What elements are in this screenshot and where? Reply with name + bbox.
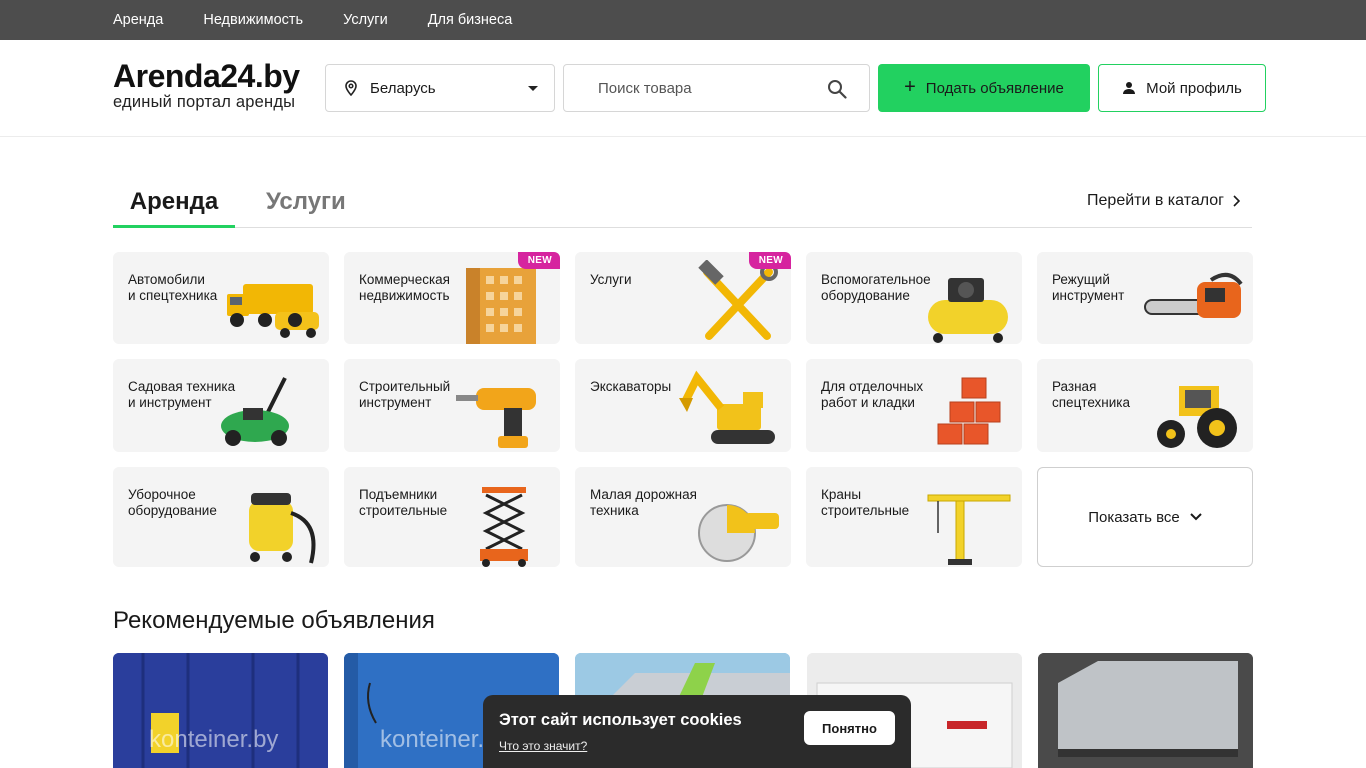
category-card-cleaning[interactable]: Уборочное оборудование — [113, 467, 329, 567]
category-card-finishing[interactable]: Для отделочных работ и кладки — [806, 359, 1022, 452]
new-badge: NEW — [517, 252, 560, 269]
top-nav-item-rent[interactable]: Аренда — [113, 12, 163, 28]
compressor-icon — [928, 278, 1008, 343]
watermark: konteiner.by — [149, 726, 278, 753]
cookie-banner: Этот сайт использует cookies Что это зна… — [483, 695, 911, 768]
tab-rent[interactable]: Аренда — [113, 188, 235, 228]
region-value: Беларусь — [370, 79, 436, 97]
tools-icon — [698, 260, 778, 340]
excavator-icon — [679, 370, 775, 444]
listing-image: konteiner.by — [113, 653, 328, 768]
dump-truck-icon — [227, 284, 319, 338]
lawn-mower-icon — [221, 377, 289, 446]
add-listing-button[interactable]: + Подать объявление — [878, 64, 1090, 112]
scissor-lift-icon — [480, 487, 528, 567]
region-select[interactable]: Беларусь — [325, 64, 555, 112]
top-nav: Аренда Недвижимость Услуги Для бизнеса — [0, 0, 1366, 40]
profile-button[interactable]: Мой профиль — [1098, 64, 1266, 112]
show-all-button[interactable]: Показать все — [1037, 467, 1253, 567]
profile-label: Мой профиль — [1146, 79, 1242, 97]
category-card-road-equipment[interactable]: Малая дорожная техника — [575, 467, 791, 567]
logo[interactable]: Arenda24.by единый портал аренды — [113, 58, 300, 110]
category-card-commercial-realty[interactable]: Коммерческая недвижимость NEW — [344, 252, 560, 344]
listing-image — [1038, 653, 1253, 768]
chevron-right-icon — [1233, 195, 1240, 207]
building-icon — [466, 268, 536, 344]
category-card-special-machinery[interactable]: Разная спецтехника — [1037, 359, 1253, 452]
new-badge: NEW — [748, 252, 791, 269]
category-card-construction-tools[interactable]: Строительный инструмент — [344, 359, 560, 452]
chainsaw-icon — [1144, 272, 1243, 318]
tab-services[interactable]: Услуги — [266, 188, 346, 228]
logo-title: Arenda24.by — [113, 58, 300, 94]
top-nav-item-services[interactable]: Услуги — [343, 12, 388, 28]
listing-card[interactable] — [1038, 653, 1253, 768]
search-icon[interactable] — [827, 79, 847, 99]
search-input[interactable] — [564, 65, 804, 111]
top-nav-item-realty[interactable]: Недвижимость — [203, 12, 303, 28]
category-card-services[interactable]: Услуги NEW — [575, 252, 791, 344]
category-tabs: Аренда Услуги Перейти в каталог — [113, 178, 1252, 228]
bricks-icon — [937, 377, 1001, 445]
vacuum-icon — [249, 493, 316, 564]
crane-icon — [927, 494, 1011, 565]
plus-icon: + — [904, 76, 916, 98]
top-nav-item-business[interactable]: Для бизнеса — [428, 12, 513, 28]
category-card-vehicles[interactable]: Автомобили и спецтехника — [113, 252, 329, 344]
show-all-label: Показать все — [1088, 508, 1180, 526]
user-icon — [1123, 82, 1136, 94]
category-card-lifts[interactable]: Подъемники строительные — [344, 467, 560, 567]
category-card-excavators[interactable]: Экскаваторы — [575, 359, 791, 452]
drill-icon — [456, 388, 536, 448]
cookie-title: Этот сайт использует cookies — [499, 711, 742, 729]
category-card-auxiliary-equipment[interactable]: Вспомогательное оборудование — [806, 252, 1022, 344]
recommended-title: Рекомендуемые объявления — [113, 607, 435, 634]
chevron-down-icon — [1190, 513, 1202, 521]
catalog-link-label: Перейти в каталог — [1087, 192, 1224, 209]
search-box — [563, 64, 870, 112]
cookie-info-link[interactable]: Что это значит? — [499, 739, 587, 753]
cookie-accept-button[interactable]: Понятно — [804, 711, 895, 745]
header: Arenda24.by единый портал аренды Беларус… — [0, 40, 1366, 137]
location-pin-icon — [345, 80, 357, 96]
logo-subtitle: единый портал аренды — [113, 93, 296, 111]
catalog-link[interactable]: Перейти в каталог — [1087, 192, 1240, 210]
cutter-icon — [698, 504, 779, 562]
category-card-cutting-tools[interactable]: Режущий инструмент — [1037, 252, 1253, 344]
tractor-icon — [1157, 386, 1237, 448]
chevron-down-icon — [528, 86, 538, 91]
category-card-garden[interactable]: Садовая техника и инструмент — [113, 359, 329, 452]
add-listing-label: Подать объявление — [925, 79, 1064, 97]
category-card-cranes[interactable]: Краны строительные — [806, 467, 1022, 567]
listing-card[interactable]: konteiner.by — [113, 653, 328, 768]
